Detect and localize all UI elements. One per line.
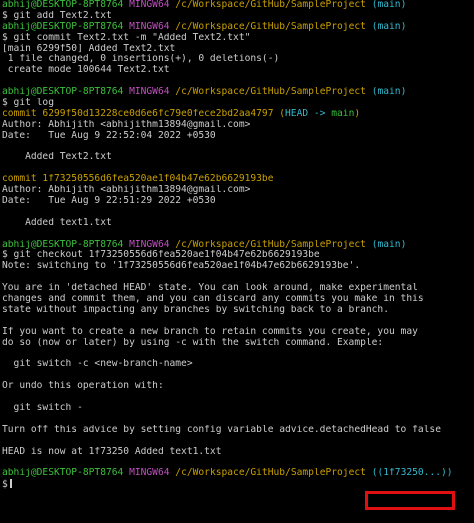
prompt-user: abhij@DESKTOP-8PT8764 (2, 21, 124, 32)
input-line[interactable]: $ (2, 479, 472, 490)
output-line: changes and commit them, and you can dis… (2, 294, 424, 305)
commit-message: Added Text2.txt (2, 152, 112, 163)
prompt-env: MINGW64 (129, 0, 170, 10)
prompt-symbol: $ (2, 479, 8, 491)
output-line: [main 6299f50] Added Text2.txt (2, 43, 176, 54)
detached-head-branch: ((1f73250...)) (371, 468, 453, 479)
prompt-line: abhij@DESKTOP-8PT8764 MINGW64 /c/Workspa… (2, 468, 472, 479)
prompt-user: abhij@DESKTOP-8PT8764 (2, 0, 124, 10)
ref-close: ) (354, 108, 361, 119)
prompt-line: abhij@DESKTOP-8PT8764 MINGW64 /c/Workspa… (2, 22, 472, 33)
output-line: HEAD is now at 1f73250 Added text1.txt (2, 446, 222, 457)
prompt-user: abhij@DESKTOP-8PT8764 (2, 239, 124, 250)
prompt-branch: (main) (371, 0, 407, 10)
output-line: Note: switching to '1f73250556d6fea520ae… (2, 261, 361, 272)
ref-head: HEAD -> (285, 108, 332, 119)
prompt-env: MINGW64 (129, 468, 170, 479)
prompt-user: abhij@DESKTOP-8PT8764 (2, 468, 124, 479)
output-line: Or undo this operation with: (2, 381, 164, 392)
prompt-path: /c/Workspace/GitHub/SampleProject (175, 468, 366, 479)
commit-line: commit 6299f50d13228ce0d6e6fc79e0fece2bd… (2, 109, 472, 120)
output-line: Turn off this advice by setting config v… (2, 424, 441, 435)
prompt-path: /c/Workspace/GitHub/SampleProject (175, 239, 366, 250)
output-line: do so (now or later) by using -c with th… (2, 337, 384, 348)
prompt-user: abhij@DESKTOP-8PT8764 (2, 87, 124, 98)
prompt-env: MINGW64 (129, 21, 170, 32)
command-line: $ git log (2, 98, 54, 109)
output-line: state without impacting any branches by … (2, 304, 389, 315)
ref-main: main (331, 108, 355, 119)
commit-hash: commit 1f73250556d6fea520ae1f04b47e62b66… (2, 174, 274, 185)
command-line: $ git commit Text2.txt -m "Added Text2.t… (2, 32, 251, 43)
command-line: $ git add Text2.txt (2, 10, 112, 21)
date-line: Date: Tue Aug 9 22:51:29 2022 +0530 (2, 196, 216, 207)
command-line: $ git checkout 1f73250556d6fea520ae1f04b… (2, 250, 320, 261)
prompt-branch: (main) (371, 21, 407, 32)
terminal-output[interactable]: abhij@DESKTOP-8PT8764 MINGW64 /c/Workspa… (2, 0, 472, 490)
output-line: 1 file changed, 0 insertions(+), 0 delet… (2, 54, 280, 65)
commit-hash: commit 6299f50d13228ce0d6e6fc79e0fece2bd… (2, 108, 274, 119)
output-line: git switch - (2, 402, 83, 413)
prompt-path: /c/Workspace/GitHub/SampleProject (175, 21, 366, 32)
prompt-path: /c/Workspace/GitHub/SampleProject (175, 87, 366, 98)
output-line: You are in 'detached HEAD' state. You ca… (2, 283, 418, 294)
prompt-env: MINGW64 (129, 87, 170, 98)
prompt-branch: (main) (371, 87, 407, 98)
prompt-env: MINGW64 (129, 239, 170, 250)
prompt-branch: (main) (371, 239, 407, 250)
detached-head-highlight-box (365, 491, 455, 510)
prompt-line: abhij@DESKTOP-8PT8764 MINGW64 /c/Workspa… (2, 240, 472, 251)
output-line: create mode 100644 Text2.txt (2, 65, 170, 76)
date-line: Date: Tue Aug 9 22:52:04 2022 +0530 (2, 130, 216, 141)
prompt-path: /c/Workspace/GitHub/SampleProject (175, 0, 366, 10)
output-line: If you want to create a new branch to re… (2, 326, 418, 337)
author-line: Author: Abhijith <abhijithm13894@gmail.c… (2, 185, 251, 196)
prompt-line: abhij@DESKTOP-8PT8764 MINGW64 /c/Workspa… (2, 87, 472, 98)
text-cursor (9, 479, 12, 489)
prompt-line: abhij@DESKTOP-8PT8764 MINGW64 /c/Workspa… (2, 0, 472, 11)
output-line: git switch -c <new-branch-name> (2, 359, 193, 370)
commit-message: Added text1.txt (2, 217, 112, 228)
author-line: Author: Abhijith <abhijithm13894@gmail.c… (2, 119, 251, 130)
